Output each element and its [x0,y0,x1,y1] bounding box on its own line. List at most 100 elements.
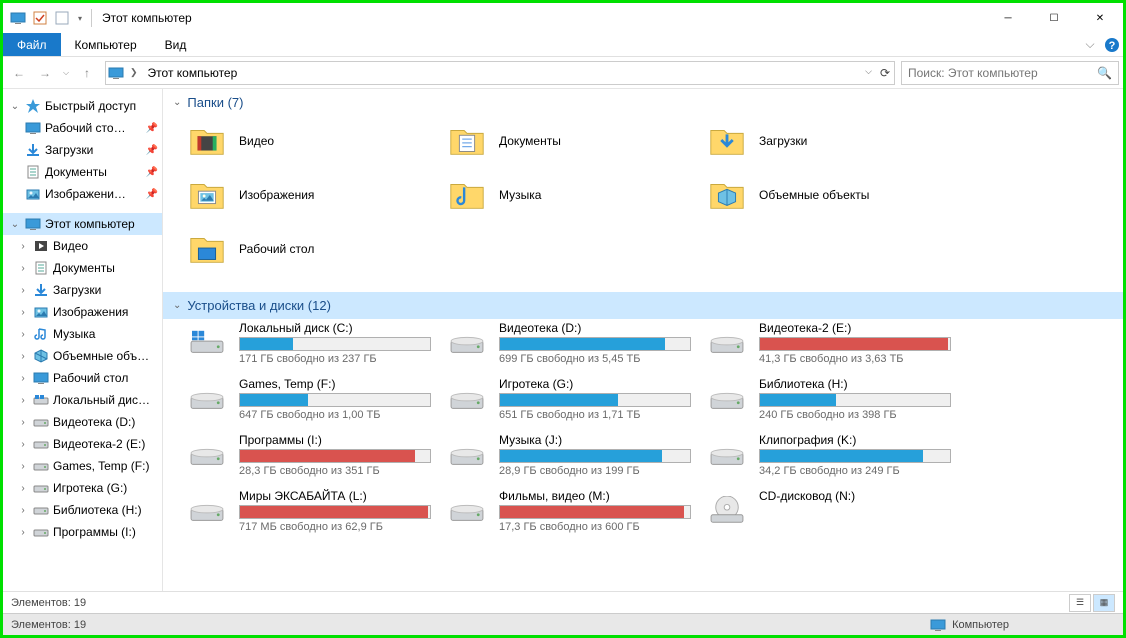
drive-item[interactable]: Музыка (J:)28,9 ГБ свободно из 199 ГБ [443,431,693,479]
drive-free-text: 28,9 ГБ свободно из 199 ГБ [499,465,691,477]
expand-icon[interactable]: › [17,351,29,362]
ribbon-tab-computer[interactable]: Компьютер [61,33,151,56]
downloads-icon [705,119,749,163]
expand-icon[interactable]: › [17,395,29,406]
drive-label: Игротека (G:) [499,377,691,391]
chevron-down-icon[interactable]: ⌄ [173,300,181,311]
recent-dropdown[interactable]: ⌵ [59,61,73,85]
refresh-button[interactable]: ⟳ [880,66,890,80]
tree-pc-item[interactable]: ›Видеотека-2 (E:) [3,433,162,455]
chevron-right-icon[interactable]: ❯ [130,67,138,78]
search-input[interactable] [908,66,1091,80]
maximize-button[interactable]: ☐ [1031,3,1077,33]
ribbon-tab-view[interactable]: Вид [151,33,201,56]
chevron-down-icon[interactable]: ⌄ [173,97,181,108]
tree-pc-item[interactable]: ›Загрузки [3,279,162,301]
group-header-folders[interactable]: ⌄ Папки (7) [163,89,1123,116]
folder-item[interactable]: Объемные объекты [703,170,953,220]
expand-icon[interactable]: › [17,483,29,494]
folder-item[interactable]: Документы [443,116,693,166]
tree-pc-item[interactable]: ›Программы (I:) [3,521,162,543]
folder-item[interactable]: Загрузки [703,116,953,166]
pictures-icon [185,173,229,217]
tree-pc-item[interactable]: ›Рабочий стол [3,367,162,389]
drive-item[interactable]: Библиотека (H:)240 ГБ свободно из 398 ГБ [703,375,953,423]
pin-icon: 📌 [146,145,158,156]
navigation-tree[interactable]: ⌄ Быстрый доступ Рабочий сто…📌Загрузки📌Д… [3,89,163,591]
expand-icon[interactable]: › [17,263,29,274]
forward-button[interactable]: → [33,61,57,85]
expand-icon[interactable]: › [17,505,29,516]
properties-icon[interactable] [31,9,49,27]
tree-pc-item[interactable]: ›Объемные объ… [3,345,162,367]
tree-qa-item[interactable]: Документы📌 [3,161,162,183]
drive-item[interactable]: Клипография (K:)34,2 ГБ свободно из 249 … [703,431,953,479]
ribbon-tab-file[interactable]: Файл [3,33,61,56]
view-details-button[interactable]: ☰ [1069,594,1091,612]
tree-quick-access[interactable]: ⌄ Быстрый доступ [3,95,162,117]
tree-this-pc[interactable]: ⌄ Этот компьютер [3,213,162,235]
content-pane[interactable]: ⌄ Папки (7) ВидеоДокументыЗагрузки Изобра… [163,89,1123,591]
help-icon[interactable]: ? [1101,33,1123,56]
drive-label: Видеотека-2 (E:) [759,321,951,335]
folder-item[interactable]: Изображения [183,170,433,220]
tree-pc-item[interactable]: ›Библиотека (H:) [3,499,162,521]
drive-item[interactable]: Фильмы, видео (M:)17,3 ГБ свободно из 60… [443,487,693,535]
expand-icon[interactable]: › [17,373,29,384]
drive-item[interactable]: Видеотека (D:)699 ГБ свободно из 5,45 ТБ [443,319,693,367]
tree-pc-item[interactable]: ›Видеотека (D:) [3,411,162,433]
tree-pc-item[interactable]: › Игротека (G:) [3,477,162,499]
tree-label: Игротека (G:) [53,481,127,495]
new-folder-icon[interactable] [53,9,71,27]
drive-item[interactable]: Миры ЭКСАБАЙТА (L:)717 МБ свободно из 62… [183,487,433,535]
title-bar: ▾ Этот компьютер ─ ☐ ✕ [3,3,1123,33]
drive-item[interactable]: Games, Temp (F:)647 ГБ свободно из 1,00 … [183,375,433,423]
drive-icon [705,489,749,533]
tree-qa-item[interactable]: Изображени…📌 [3,183,162,205]
expand-icon[interactable]: › [17,329,29,340]
drive-item[interactable]: Локальный диск (C:)171 ГБ свободно из 23… [183,319,433,367]
drive-item[interactable]: CD-дисковод (N:) [703,487,953,535]
folder-item[interactable]: Музыка [443,170,693,220]
search-box[interactable]: 🔍 [901,61,1119,85]
breadcrumb[interactable]: Этот компьютер [144,66,242,80]
tree-pc-item[interactable]: ›Музыка [3,323,162,345]
videos-icon [185,119,229,163]
expand-icon[interactable]: › [17,307,29,318]
view-tiles-button[interactable]: ▦ [1093,594,1115,612]
drive-label: Games, Temp (F:) [239,377,431,391]
ribbon-collapse-icon[interactable]: ⌵ [1079,33,1101,56]
expand-icon[interactable]: ⌄ [9,219,21,230]
drive-item[interactable]: Программы (I:)28,3 ГБ свободно из 351 ГБ [183,431,433,479]
group-header-drives[interactable]: ⌄ Устройства и диски (12) [163,292,1123,319]
up-button[interactable]: ↑ [75,61,99,85]
minimize-button[interactable]: ─ [985,3,1031,33]
expand-icon[interactable]: › [17,285,29,296]
back-button[interactable]: ← [7,61,31,85]
drive-item[interactable]: Видеотека-2 (E:) 41,3 ГБ свободно из 3,63… [703,319,953,367]
drive-free-text: 41,3 ГБ свободно из 3,63 ТБ [759,353,951,365]
tree-pc-item[interactable]: ›Games, Temp (F:) [3,455,162,477]
expand-icon[interactable]: › [17,241,29,252]
address-bar[interactable]: ❯ Этот компьютер ⌵ ⟳ [105,61,895,85]
tree-pc-item[interactable]: ›Локальный дис… [3,389,162,411]
folder-item[interactable]: Рабочий стол [183,224,433,274]
tree-qa-item[interactable]: Рабочий сто…📌 [3,117,162,139]
tree-pc-item[interactable]: ›Видео [3,235,162,257]
expand-icon[interactable]: › [17,527,29,538]
folder-item[interactable]: Видео [183,116,433,166]
expand-icon[interactable]: › [17,461,29,472]
search-icon[interactable]: 🔍 [1097,66,1112,80]
tree-pc-item[interactable]: ›Изображения [3,301,162,323]
expand-icon[interactable]: › [17,417,29,428]
close-button[interactable]: ✕ [1077,3,1123,33]
tree-qa-item[interactable]: Загрузки📌 [3,139,162,161]
address-dropdown-icon[interactable]: ⌵ [865,66,872,80]
tree-pc-item[interactable]: ›Документы [3,257,162,279]
drive-label: Фильмы, видео (M:) [499,489,691,503]
expand-icon[interactable]: ⌄ [9,101,21,112]
drive-item[interactable]: Игротека (G:)651 ГБ свободно из 1,71 ТБ [443,375,693,423]
desktop-icon [185,227,229,271]
qat-dropdown-icon[interactable]: ▾ [75,9,85,27]
expand-icon[interactable]: › [17,439,29,450]
